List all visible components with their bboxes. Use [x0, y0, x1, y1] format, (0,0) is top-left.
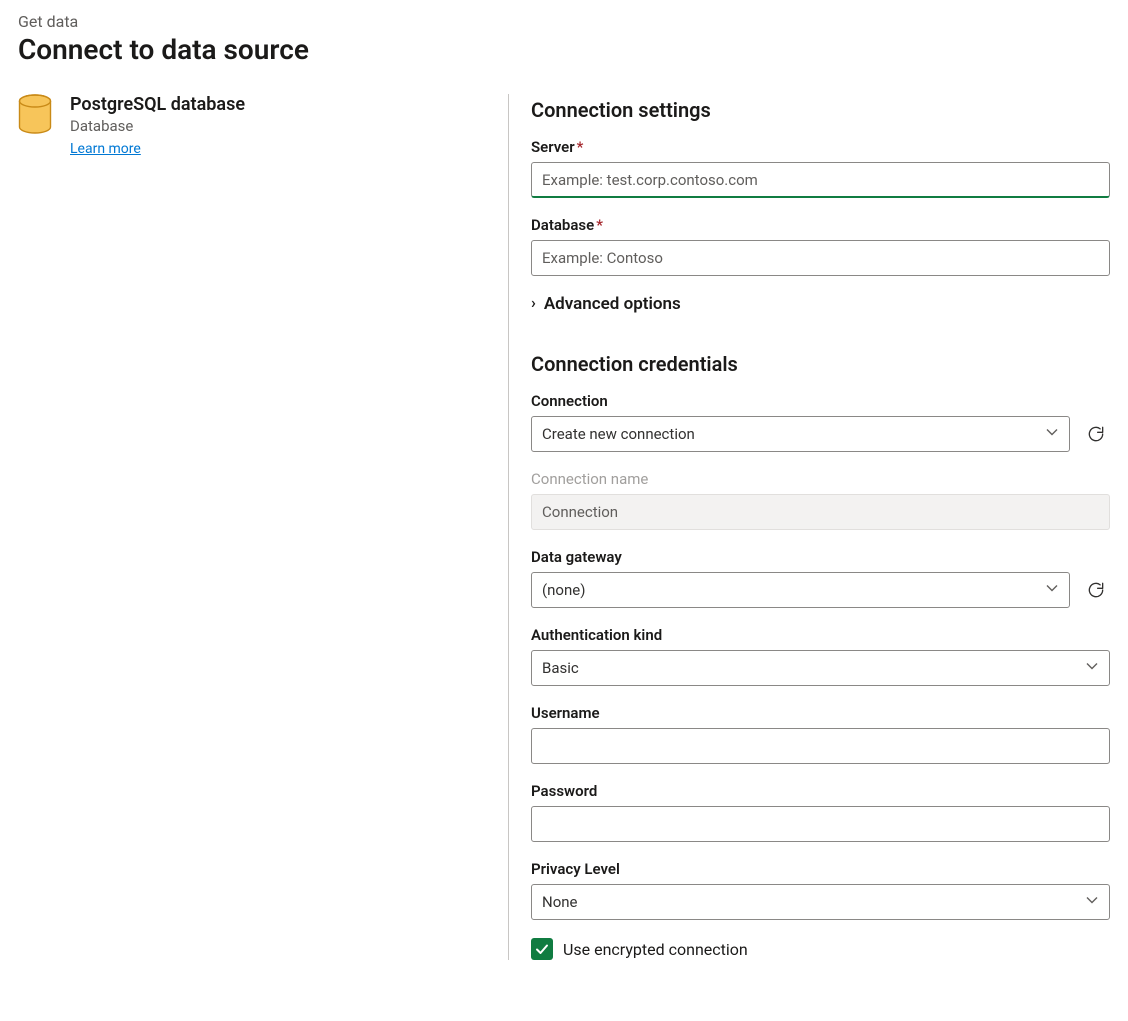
privacy-label: Privacy Level	[531, 860, 1110, 878]
server-label: Server*	[531, 138, 1110, 156]
form-panel: Connection settings Server* Database* › …	[508, 94, 1110, 960]
connector-category: Database	[70, 117, 245, 135]
password-input[interactable]	[531, 806, 1110, 842]
chevron-down-icon	[1085, 893, 1099, 911]
connection-name-input	[531, 494, 1110, 530]
password-label: Password	[531, 782, 1110, 800]
database-label: Database*	[531, 216, 1110, 234]
page-title: Connect to data source	[18, 33, 1110, 66]
auth-kind-label: Authentication kind	[531, 626, 1110, 644]
learn-more-link[interactable]: Learn more	[70, 141, 141, 157]
refresh-icon	[1086, 424, 1106, 444]
refresh-icon	[1086, 580, 1106, 600]
required-indicator: *	[577, 138, 584, 156]
connector-panel: PostgreSQL database Database Learn more	[18, 94, 508, 960]
chevron-down-icon	[1045, 425, 1059, 443]
privacy-select[interactable]: None	[531, 884, 1110, 920]
connection-label: Connection	[531, 392, 1110, 410]
chevron-right-icon: ›	[531, 295, 536, 311]
credentials-heading: Connection credentials	[531, 352, 1110, 376]
auth-kind-select[interactable]: Basic	[531, 650, 1110, 686]
breadcrumb: Get data	[18, 12, 1110, 31]
gateway-label: Data gateway	[531, 548, 1110, 566]
check-icon	[535, 942, 549, 956]
chevron-down-icon	[1085, 659, 1099, 677]
refresh-connection-button[interactable]	[1082, 420, 1110, 448]
refresh-gateway-button[interactable]	[1082, 576, 1110, 604]
encrypted-label: Use encrypted connection	[563, 940, 748, 959]
connection-select[interactable]: Create new connection	[531, 416, 1070, 452]
gateway-select[interactable]: (none)	[531, 572, 1070, 608]
connector-name: PostgreSQL database	[70, 94, 245, 115]
username-label: Username	[531, 704, 1110, 722]
advanced-options-toggle[interactable]: › Advanced options	[531, 294, 1110, 314]
encrypted-checkbox[interactable]	[531, 938, 553, 960]
chevron-down-icon	[1045, 581, 1059, 599]
connection-name-label: Connection name	[531, 470, 1110, 488]
settings-heading: Connection settings	[531, 98, 1110, 122]
database-cylinder-icon	[18, 94, 52, 136]
database-input[interactable]	[531, 240, 1110, 276]
server-input[interactable]	[531, 162, 1110, 198]
required-indicator: *	[596, 216, 603, 234]
username-input[interactable]	[531, 728, 1110, 764]
